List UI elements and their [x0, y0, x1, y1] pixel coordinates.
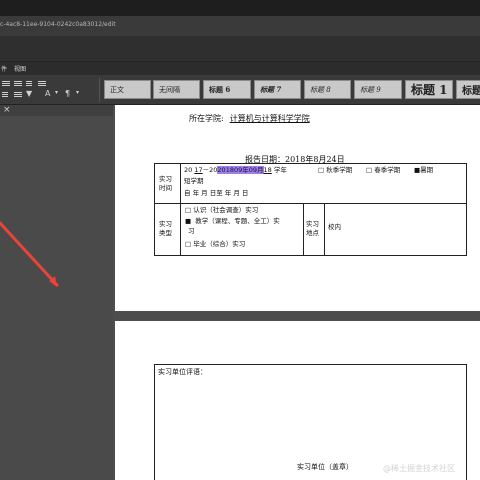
style-heading-8[interactable]: 标题 8: [304, 80, 351, 99]
checked-box-icon: ■: [185, 217, 192, 225]
chevron-down-icon[interactable]: ▾: [55, 89, 58, 96]
autumn-checkbox[interactable]: □ 秋季学期: [318, 166, 352, 175]
table-col-divider: [180, 163, 181, 256]
college-value[interactable]: 计算机与计算科学学院: [230, 114, 310, 123]
indent-icon[interactable]: [14, 92, 22, 98]
college-label: 所在学院:: [189, 114, 224, 123]
table-border-top: [154, 163, 467, 164]
style-heading-7[interactable]: 标题 7: [254, 80, 301, 99]
table-row-divider: [154, 203, 467, 204]
table-border-bottom: [154, 255, 467, 256]
type-option-graduation[interactable]: □ 毕业（综合）实习: [185, 240, 245, 249]
style-normal[interactable]: 正文: [104, 80, 151, 99]
style-heading-2[interactable]: 标题: [456, 80, 480, 99]
menu-item-view[interactable]: 视图: [14, 64, 26, 73]
browser-nav-strip: [0, 36, 480, 62]
address-bar[interactable]: c-4ac8-11ee-9104-0242c0a83012/edit: [0, 16, 480, 36]
evaluation-stamp-label: 实习单位（盖章）: [297, 463, 353, 471]
evaluation-label: 实习单位评语：: [158, 368, 207, 376]
chevron-down-icon[interactable]: ▾: [76, 89, 79, 96]
align-right-icon[interactable]: [26, 81, 34, 87]
table-border-right: [466, 163, 467, 256]
spring-checkbox[interactable]: □ 春季学期: [366, 166, 400, 175]
menu-item-file[interactable]: 件: [1, 64, 7, 73]
highlight-icon[interactable]: ▼: [26, 89, 32, 98]
year-from: 17: [194, 166, 203, 174]
academic-year-line[interactable]: 20 17－20201809年09月18 学年: [184, 166, 287, 175]
style-heading-9[interactable]: 标题 9: [354, 80, 402, 99]
formatting-toolbar: ▼ A ▾ ¶ ▾ 正文 无间隔 标题 6 标题 7 标题 8 标题 9 标题 …: [0, 75, 480, 105]
time-label-line1: 实习: [159, 175, 172, 183]
year-to: 18: [263, 166, 272, 174]
text-color-icon[interactable]: A: [45, 89, 50, 98]
year-suffix: 学年: [273, 166, 287, 174]
watermark-text: @稀土掘金技术社区: [383, 464, 455, 473]
annotation-arrow: [0, 221, 59, 287]
document-page-1[interactable]: [115, 105, 480, 311]
toolbar-divider: [99, 78, 100, 102]
align-left-icon[interactable]: [2, 81, 10, 87]
style-heading-1[interactable]: 标题 1: [405, 80, 453, 99]
style-no-spacing[interactable]: 无间隔: [153, 80, 200, 99]
college-line: 所在学院: 计算机与计算科学学院: [189, 113, 310, 124]
browser-title-bar: [0, 0, 480, 16]
summer-checkbox[interactable]: ■暑期: [414, 166, 433, 175]
type-option-teaching[interactable]: ■ 教学（课程、专题、全工）实: [185, 217, 280, 226]
year-highlight[interactable]: 201809年09月: [217, 166, 264, 174]
table-col-divider: [303, 203, 304, 256]
place-label-line1: 实习: [306, 220, 319, 228]
align-center-icon[interactable]: [14, 81, 22, 87]
menu-bar: 件 视图: [0, 62, 480, 75]
paragraph-tools: ▼ A ▾ ¶ ▾: [0, 80, 100, 102]
annotation-arrow-line: [0, 221, 59, 287]
type-option-cognitive[interactable]: □ 认识（社会调查）实习: [185, 206, 258, 215]
place-value[interactable]: 校内: [328, 223, 341, 232]
type-option-teaching-cont: 习: [188, 227, 195, 235]
url-text[interactable]: c-4ac8-11ee-9104-0242c0a83012/edit: [0, 21, 116, 28]
short-term-label: 短学期: [184, 177, 204, 185]
date-range-line[interactable]: 自 年 月 日至 年 月 日: [184, 189, 248, 198]
style-heading-6[interactable]: 标题 6: [203, 80, 251, 99]
place-label-line2: 地点: [306, 229, 319, 237]
time-label-line2: 时间: [159, 184, 172, 192]
type-label-line2: 类型: [159, 229, 172, 237]
justify-icon[interactable]: [38, 81, 46, 87]
type-label-line1: 实习: [159, 220, 172, 228]
list-icon[interactable]: [2, 92, 10, 98]
paragraph-icon[interactable]: ¶: [65, 89, 70, 98]
table-border-left: [154, 163, 155, 256]
year-prefix: 20: [184, 166, 193, 174]
type-option-teaching-label: 教学（课程、专题、全工）实: [195, 217, 280, 225]
table-col-divider: [324, 203, 325, 256]
year-dash: －20: [202, 166, 218, 174]
